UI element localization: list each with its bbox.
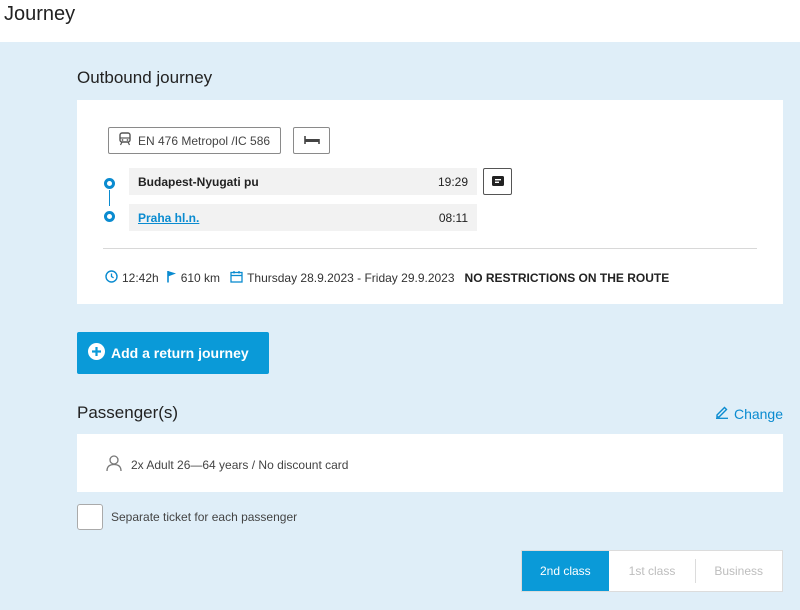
change-label: Change xyxy=(733,405,783,422)
journey-main: Outbound journey EN 476 Metropol /IC 586… xyxy=(0,42,800,610)
journey-meta: 12:42h 610 km Thursday 28.9.2023 - Frida… xyxy=(105,270,669,286)
flag-icon xyxy=(166,270,177,286)
passenger-card: 2x Adult 26—64 years / No discount card xyxy=(77,434,783,492)
class-option-2nd[interactable]: 2nd class xyxy=(522,551,609,591)
train-info-button[interactable] xyxy=(483,168,512,195)
separate-ticket-checkbox[interactable] xyxy=(77,504,103,530)
stop-row-origin: Budapest-Nyugati pu 19:29 xyxy=(129,168,477,195)
destination-station-link[interactable]: Praha hl.n. xyxy=(138,211,199,225)
class-option-business[interactable]: Business xyxy=(695,551,782,591)
travel-dates: Thursday 28.9.2023 - Friday 29.9.2023 xyxy=(247,271,455,285)
train-label-box[interactable]: EN 476 Metropol /IC 586 xyxy=(108,127,281,154)
outbound-card: EN 476 Metropol /IC 586 Budapest-Nyugati… xyxy=(77,100,783,304)
add-return-journey-button[interactable]: Add a return journey xyxy=(77,332,269,374)
duration: 12:42h xyxy=(122,271,159,285)
origin-dot xyxy=(104,178,115,189)
divider xyxy=(103,248,757,249)
distance: 610 km xyxy=(180,271,221,285)
class-selector: 2nd class 1st class Business xyxy=(521,550,783,592)
bed-button[interactable] xyxy=(293,127,330,154)
train-icon xyxy=(118,132,132,149)
origin-station: Budapest-Nyugati pu xyxy=(138,174,259,189)
class-option-1st[interactable]: 1st class xyxy=(609,551,696,591)
page-title: Journey xyxy=(4,3,76,25)
departure-time: 19:29 xyxy=(437,174,468,189)
pencil-icon xyxy=(715,405,729,422)
restrictions: NO RESTRICTIONS ON THE ROUTE xyxy=(464,271,670,285)
person-icon xyxy=(105,454,123,475)
separate-ticket-label: Separate ticket for each passenger xyxy=(111,510,298,524)
add-return-journey-label: Add a return journey xyxy=(111,345,249,361)
train-label: EN 476 Metropol /IC 586 xyxy=(138,133,271,148)
change-passengers-link[interactable]: Change xyxy=(715,405,783,422)
passengers-title: Passenger(s) xyxy=(77,403,179,422)
clock-icon xyxy=(105,270,118,286)
arrival-time: 08:11 xyxy=(438,210,468,225)
calendar-icon xyxy=(230,270,243,286)
bed-icon xyxy=(303,132,320,150)
passenger-summary: 2x Adult 26—64 years / No discount card xyxy=(131,457,349,472)
route-line xyxy=(109,190,110,206)
info-card-icon xyxy=(491,173,504,191)
destination-dot xyxy=(104,211,115,222)
stop-row-destination: Praha hl.n. 08:11 xyxy=(129,204,477,231)
outbound-title: Outbound journey xyxy=(77,68,213,87)
plus-circle-icon xyxy=(88,343,105,363)
